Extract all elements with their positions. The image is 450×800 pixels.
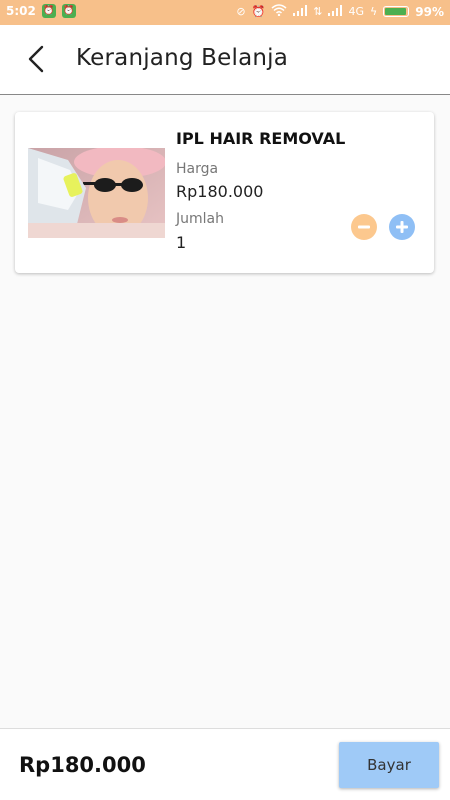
quantity-value: 1 (176, 233, 187, 252)
decrease-quantity-button[interactable] (351, 214, 377, 240)
alarm-app-icon: ⏰ (61, 4, 76, 18)
battery-fill (385, 8, 407, 15)
back-arrow-icon (28, 45, 44, 73)
product-name: IPL HAIR REMOVAL (176, 129, 346, 148)
total-price: Rp180.000 (19, 753, 146, 777)
sync-off-icon: ⊘ (236, 5, 246, 18)
checkout-footer: Rp180.000 Bayar (0, 728, 450, 800)
network-type: 4G (348, 5, 364, 18)
quantity-label: Jumlah (176, 211, 224, 227)
status-time: 5:02 (6, 4, 36, 18)
wifi-icon (271, 4, 287, 19)
back-button[interactable] (20, 40, 52, 78)
data-arrows-icon: ⇅ (313, 5, 323, 18)
pay-button[interactable]: Bayar (339, 742, 439, 788)
product-image (28, 148, 165, 238)
alarm-app-icon: ⏰ (41, 4, 56, 18)
increase-quantity-button[interactable] (389, 214, 415, 240)
price-label: Harga (176, 161, 219, 177)
price-value: Rp180.000 (176, 182, 264, 201)
charging-icon: ϟ (370, 5, 378, 18)
cart-item-card: IPL HAIR REMOVAL Harga Rp180.000 Jumlah … (15, 112, 434, 273)
app-bar: Keranjang Belanja (0, 25, 450, 95)
battery-percent: 99% (415, 4, 444, 19)
alarm-clock-icon: ⏰ (251, 5, 266, 18)
battery-icon (383, 6, 410, 17)
signal-icon (328, 4, 343, 19)
page-title: Keranjang Belanja (76, 45, 289, 71)
plus-icon (396, 221, 408, 233)
minus-icon (358, 225, 370, 229)
signal-icon (293, 4, 308, 19)
status-bar: 5:02 ⏰ ⏰ ⊘ ⏰ ⇅ 4G ϟ 99% (0, 0, 450, 25)
